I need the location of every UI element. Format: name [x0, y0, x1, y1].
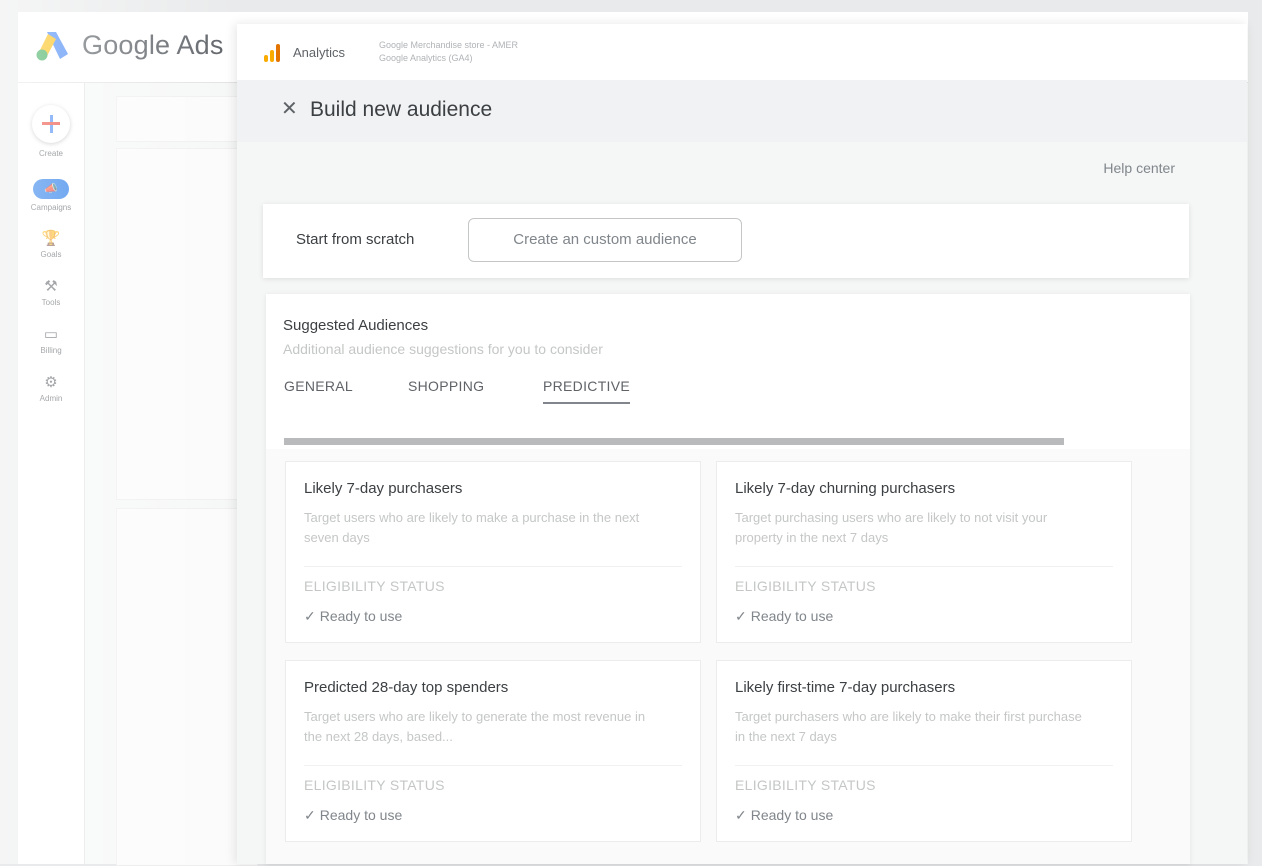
rail-item-tools[interactable]: ⚒ Tools — [18, 278, 84, 308]
account-name: Google Merchandise store - AMER — [379, 40, 519, 50]
audience-description: Target users who are likely to make a pu… — [304, 510, 640, 545]
property-name: Google Analytics (GA4) — [379, 53, 473, 63]
audience-card-grid: Likely 7-day purchasers Target users who… — [266, 449, 1190, 864]
audience-title: Likely 7-day purchasers — [304, 480, 463, 497]
check-icon: ✓ — [735, 608, 747, 624]
audience-card[interactable]: Predicted 28-day top spenders Target use… — [285, 660, 701, 842]
campaign-icon: 📣 — [33, 179, 69, 199]
analytics-panel: Analytics Google Merchandise store - AME… — [237, 24, 1247, 864]
audience-title: Likely first-time 7-day purchasers — [735, 679, 956, 696]
rail-item-admin[interactable]: ⚙ Admin — [18, 374, 84, 404]
audience-card[interactable]: Likely 7-day purchasers Target users who… — [285, 461, 701, 643]
analytics-product-name: Analytics — [293, 45, 346, 60]
trophy-icon: 🏆 — [41, 230, 61, 247]
loading-progress-bar — [284, 438, 1064, 445]
status-text: Ready to use — [319, 608, 403, 624]
eligibility-status: ✓ Ready to use — [304, 807, 402, 824]
analytics-topbar: Analytics Google Merchandise store - AME… — [237, 24, 1247, 81]
suggested-subtitle: Additional audience suggestions for you … — [283, 341, 603, 357]
check-icon: ✓ — [304, 807, 316, 823]
audience-card[interactable]: Likely first-time 7-day purchasers Targe… — [716, 660, 1132, 842]
rail-item-billing[interactable]: ▭ Billing — [18, 326, 84, 356]
suggested-audiences-card: Suggested Audiences Additional audience … — [266, 294, 1190, 864]
divider — [304, 765, 682, 766]
rail-item-create[interactable]: Create — [18, 105, 84, 158]
tab-shopping[interactable]: SHOPPING — [408, 378, 484, 402]
divider — [735, 765, 1113, 766]
rail-item-label: Billing — [40, 346, 62, 355]
rail-item-label: Campaigns — [30, 203, 72, 212]
tab-predictive[interactable]: PREDICTIVE — [543, 378, 631, 404]
wrench-icon: ⚒ — [44, 278, 58, 295]
divider — [304, 566, 682, 567]
rail-item-campaigns[interactable]: 📣 Campaigns — [18, 179, 84, 212]
eligibility-label: ELIGIBILITY STATUS — [735, 777, 876, 793]
card-icon: ▭ — [43, 326, 59, 343]
audience-description: Target purchasers who are likely to make… — [735, 709, 1082, 744]
create-custom-audience-button[interactable]: Create an custom audience — [468, 218, 742, 262]
start-from-scratch-card: Start from scratch Create an custom audi… — [263, 204, 1189, 278]
analytics-logo-icon — [264, 44, 282, 62]
eligibility-label: ELIGIBILITY STATUS — [304, 578, 445, 594]
dialog-body: Help center Start from scratch Create an… — [237, 142, 1247, 864]
plus-icon — [32, 105, 70, 143]
eligibility-status: ✓ Ready to use — [304, 608, 402, 625]
check-icon: ✓ — [304, 608, 316, 624]
dialog-titlebar: ✕ Build new audience — [237, 80, 1247, 142]
tab-general[interactable]: GENERAL — [284, 378, 353, 402]
scratch-label: Start from scratch — [296, 231, 415, 248]
eligibility-label: ELIGIBILITY STATUS — [304, 777, 445, 793]
status-text: Ready to use — [750, 807, 834, 823]
google-ads-logo-icon — [36, 32, 68, 61]
ads-brand-title: Google Ads — [82, 30, 224, 60]
rail-item-label: Goals — [40, 250, 62, 259]
help-center-link[interactable]: Help center — [1103, 160, 1175, 176]
dialog-title: Build new audience — [310, 98, 493, 121]
check-icon: ✓ — [735, 807, 747, 823]
audience-card[interactable]: Likely 7-day churning purchasers Target … — [716, 461, 1132, 643]
ads-nav-rail: Create 📣 Campaigns 🏆 Goals ⚒ Tools ▭ Bil… — [18, 83, 85, 864]
account-selector[interactable]: Google Merchandise store - AMER Google A… — [379, 39, 518, 65]
rail-item-goals[interactable]: 🏆 Goals — [18, 230, 84, 260]
close-icon[interactable]: ✕ — [281, 99, 299, 119]
rail-item-label: Admin — [39, 394, 63, 403]
rail-item-label: Create — [38, 149, 63, 158]
suggested-title: Suggested Audiences — [283, 317, 429, 334]
status-text: Ready to use — [750, 608, 834, 624]
eligibility-label: ELIGIBILITY STATUS — [735, 578, 876, 594]
audience-description: Target purchasing users who are likely t… — [735, 510, 1048, 545]
eligibility-status: ✓ Ready to use — [735, 807, 833, 824]
eligibility-status: ✓ Ready to use — [735, 608, 833, 625]
audience-description: Target users who are likely to generate … — [304, 709, 646, 744]
gear-icon: ⚙ — [44, 374, 58, 391]
audience-title: Predicted 28-day top spenders — [304, 679, 509, 696]
divider — [735, 566, 1113, 567]
status-text: Ready to use — [319, 807, 403, 823]
rail-item-label: Tools — [41, 298, 61, 307]
audience-title: Likely 7-day churning purchasers — [735, 480, 956, 497]
